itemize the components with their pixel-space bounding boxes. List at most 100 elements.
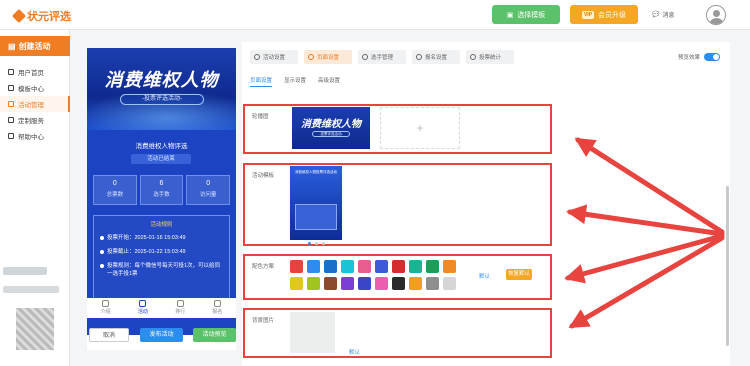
pager-dot[interactable] xyxy=(321,242,325,245)
sidebar-item-label: 模板中心 xyxy=(18,86,44,93)
sidebar-nav: 用户首页 模板中心 活动管理 定制服务 帮助中心 xyxy=(0,64,70,144)
color-swatch[interactable] xyxy=(324,277,337,290)
user-avatar[interactable] xyxy=(706,5,726,25)
home-icon xyxy=(8,69,14,75)
reset-default-button[interactable]: 恢复默认 xyxy=(506,269,532,280)
activity-tab-icon xyxy=(139,300,147,307)
vip-upgrade-button[interactable]: VIP 会员升级 xyxy=(570,5,638,24)
tab-label: 活动 xyxy=(137,309,148,315)
sidebar-item-help[interactable]: 帮助中心 xyxy=(0,128,70,144)
color-swatch[interactable] xyxy=(375,260,388,273)
color-swatch[interactable] xyxy=(307,260,320,273)
background-image-slot[interactable] xyxy=(290,312,335,353)
step-activity-settings[interactable]: 活动设置 xyxy=(250,50,298,64)
tab-display-settings[interactable]: 显示设置 xyxy=(284,76,306,87)
info-icon xyxy=(100,264,104,268)
color-swatch[interactable] xyxy=(358,277,371,290)
section-label: 背景图片 xyxy=(252,318,275,324)
sidebar-item-custom-service[interactable]: 定制服务 xyxy=(0,112,70,128)
intro-icon xyxy=(102,300,110,307)
panel-scrollbar[interactable] xyxy=(726,186,729,346)
custom-service-icon xyxy=(8,117,14,123)
pager-dot[interactable] xyxy=(307,242,311,245)
select-template-button[interactable]: ▣ 选择模板 xyxy=(492,5,560,24)
stat-candidates: 6 选手数 xyxy=(139,175,184,205)
clock-icon xyxy=(100,250,104,254)
add-image-button[interactable]: + xyxy=(380,107,460,149)
color-swatch[interactable] xyxy=(409,260,422,273)
step-icon xyxy=(308,54,314,60)
preview-tab-bar: 介绍 活动 排行 报名 xyxy=(87,298,236,318)
sidebar-item-activity-management[interactable]: 活动管理 xyxy=(0,96,70,112)
tab-label: 介绍 xyxy=(100,309,111,315)
carousel-image[interactable]: 消费维权人物 -投票评选活动- xyxy=(292,107,370,149)
color-scheme-section: 配色方案 默认 恢复默认 xyxy=(243,254,552,300)
color-swatch[interactable] xyxy=(392,260,405,273)
sidebar-item-label: 用户首页 xyxy=(18,70,44,77)
step-icon xyxy=(362,54,368,60)
color-swatch[interactable] xyxy=(307,277,320,290)
color-swatch[interactable] xyxy=(341,277,354,290)
vip-badge: VIP xyxy=(581,10,595,19)
color-swatch[interactable] xyxy=(392,277,405,290)
preview-banner: 消费维权人物 -投票评选活动- xyxy=(87,48,236,130)
activity-icon xyxy=(8,101,14,107)
tab-activity[interactable]: 活动 xyxy=(124,298,161,318)
section-label: 活动模板 xyxy=(252,173,275,179)
template-thumbnail[interactable]: 消费维权人物投票评选活动 xyxy=(290,166,342,240)
template-center-icon xyxy=(8,85,14,91)
color-swatch[interactable] xyxy=(290,277,303,290)
default-color-link[interactable]: 默认 xyxy=(479,272,490,280)
background-section: 背景图片 默认 xyxy=(243,308,552,358)
publish-button[interactable]: 发布活动 xyxy=(140,328,183,342)
banner-title: 消费维权人物 xyxy=(104,70,219,91)
tab-advanced-settings[interactable]: 高级设置 xyxy=(318,76,340,87)
color-swatch[interactable] xyxy=(324,260,337,273)
preview-button[interactable]: 活动预览 xyxy=(193,328,236,342)
stat-total-votes: 0 总票数 xyxy=(93,175,137,205)
step-icon xyxy=(416,54,422,60)
cancel-button[interactable]: 取消 xyxy=(89,328,129,342)
template-thumb-text: 消费维权人物投票评选活动 xyxy=(295,170,337,174)
default-background-link[interactable]: 默认 xyxy=(349,348,360,356)
color-swatch[interactable] xyxy=(426,260,439,273)
stat-label: 总票数 xyxy=(106,192,124,198)
color-swatch[interactable] xyxy=(426,277,439,290)
step-candidates[interactable]: 选手管理 xyxy=(358,50,406,64)
ranking-icon xyxy=(176,300,184,307)
sidebar-item-home[interactable]: 用户首页 xyxy=(0,64,70,80)
step-page-settings[interactable]: 页面设置 xyxy=(304,50,352,64)
app-logo[interactable]: 状元评选 xyxy=(11,8,71,24)
tab-page-settings[interactable]: 页面设置 xyxy=(250,76,273,87)
preview-toggle[interactable] xyxy=(704,53,720,61)
thumb-title: 消费维权人物 xyxy=(301,119,361,130)
tab-signup[interactable]: 报名 xyxy=(199,298,236,318)
sidebar-item-label: 帮助中心 xyxy=(18,134,44,141)
step-vote-stats[interactable]: 投票统计 xyxy=(466,50,514,64)
tab-ranking[interactable]: 排行 xyxy=(162,298,199,318)
select-template-label: 选择模板 xyxy=(517,11,546,19)
color-swatch[interactable] xyxy=(358,260,371,273)
stats-row: 0 总票数 6 选手数 0 访问量 xyxy=(93,175,231,205)
create-activity-button[interactable]: ▤ 创建活动 xyxy=(0,36,70,56)
preview-effect: 预览效果 xyxy=(678,53,720,61)
step-signup-settings[interactable]: 报名设置 xyxy=(412,50,460,64)
messages-link[interactable]: 💬 消息 xyxy=(652,10,675,19)
color-swatch[interactable] xyxy=(290,260,303,273)
message-icon: 💬 xyxy=(652,12,660,18)
pager-dot[interactable] xyxy=(314,242,318,245)
color-swatch[interactable] xyxy=(443,277,456,290)
tab-label: 报名 xyxy=(212,309,223,315)
color-swatch[interactable] xyxy=(341,260,354,273)
sidebar-item-templates[interactable]: 模板中心 xyxy=(0,80,70,96)
step-tabs: 活动设置 页面设置 选手管理 报名设置 投票统计 xyxy=(250,50,514,64)
top-bar: 状元评选 ▣ 选择模板 VIP 会员升级 💬 消息 xyxy=(0,0,750,30)
sidebar: ▤ 创建活动 用户首页 模板中心 活动管理 定制服务 帮助中心 xyxy=(0,30,70,366)
color-swatch[interactable] xyxy=(443,260,456,273)
section-label: 轮播图 xyxy=(252,114,269,120)
rule-text: 投票截止：2025-01-22 15:03:49 xyxy=(107,249,186,255)
color-swatch[interactable] xyxy=(375,277,388,290)
color-swatch[interactable] xyxy=(409,277,422,290)
template-pager[interactable] xyxy=(290,242,342,245)
tab-intro[interactable]: 介绍 xyxy=(87,298,124,318)
